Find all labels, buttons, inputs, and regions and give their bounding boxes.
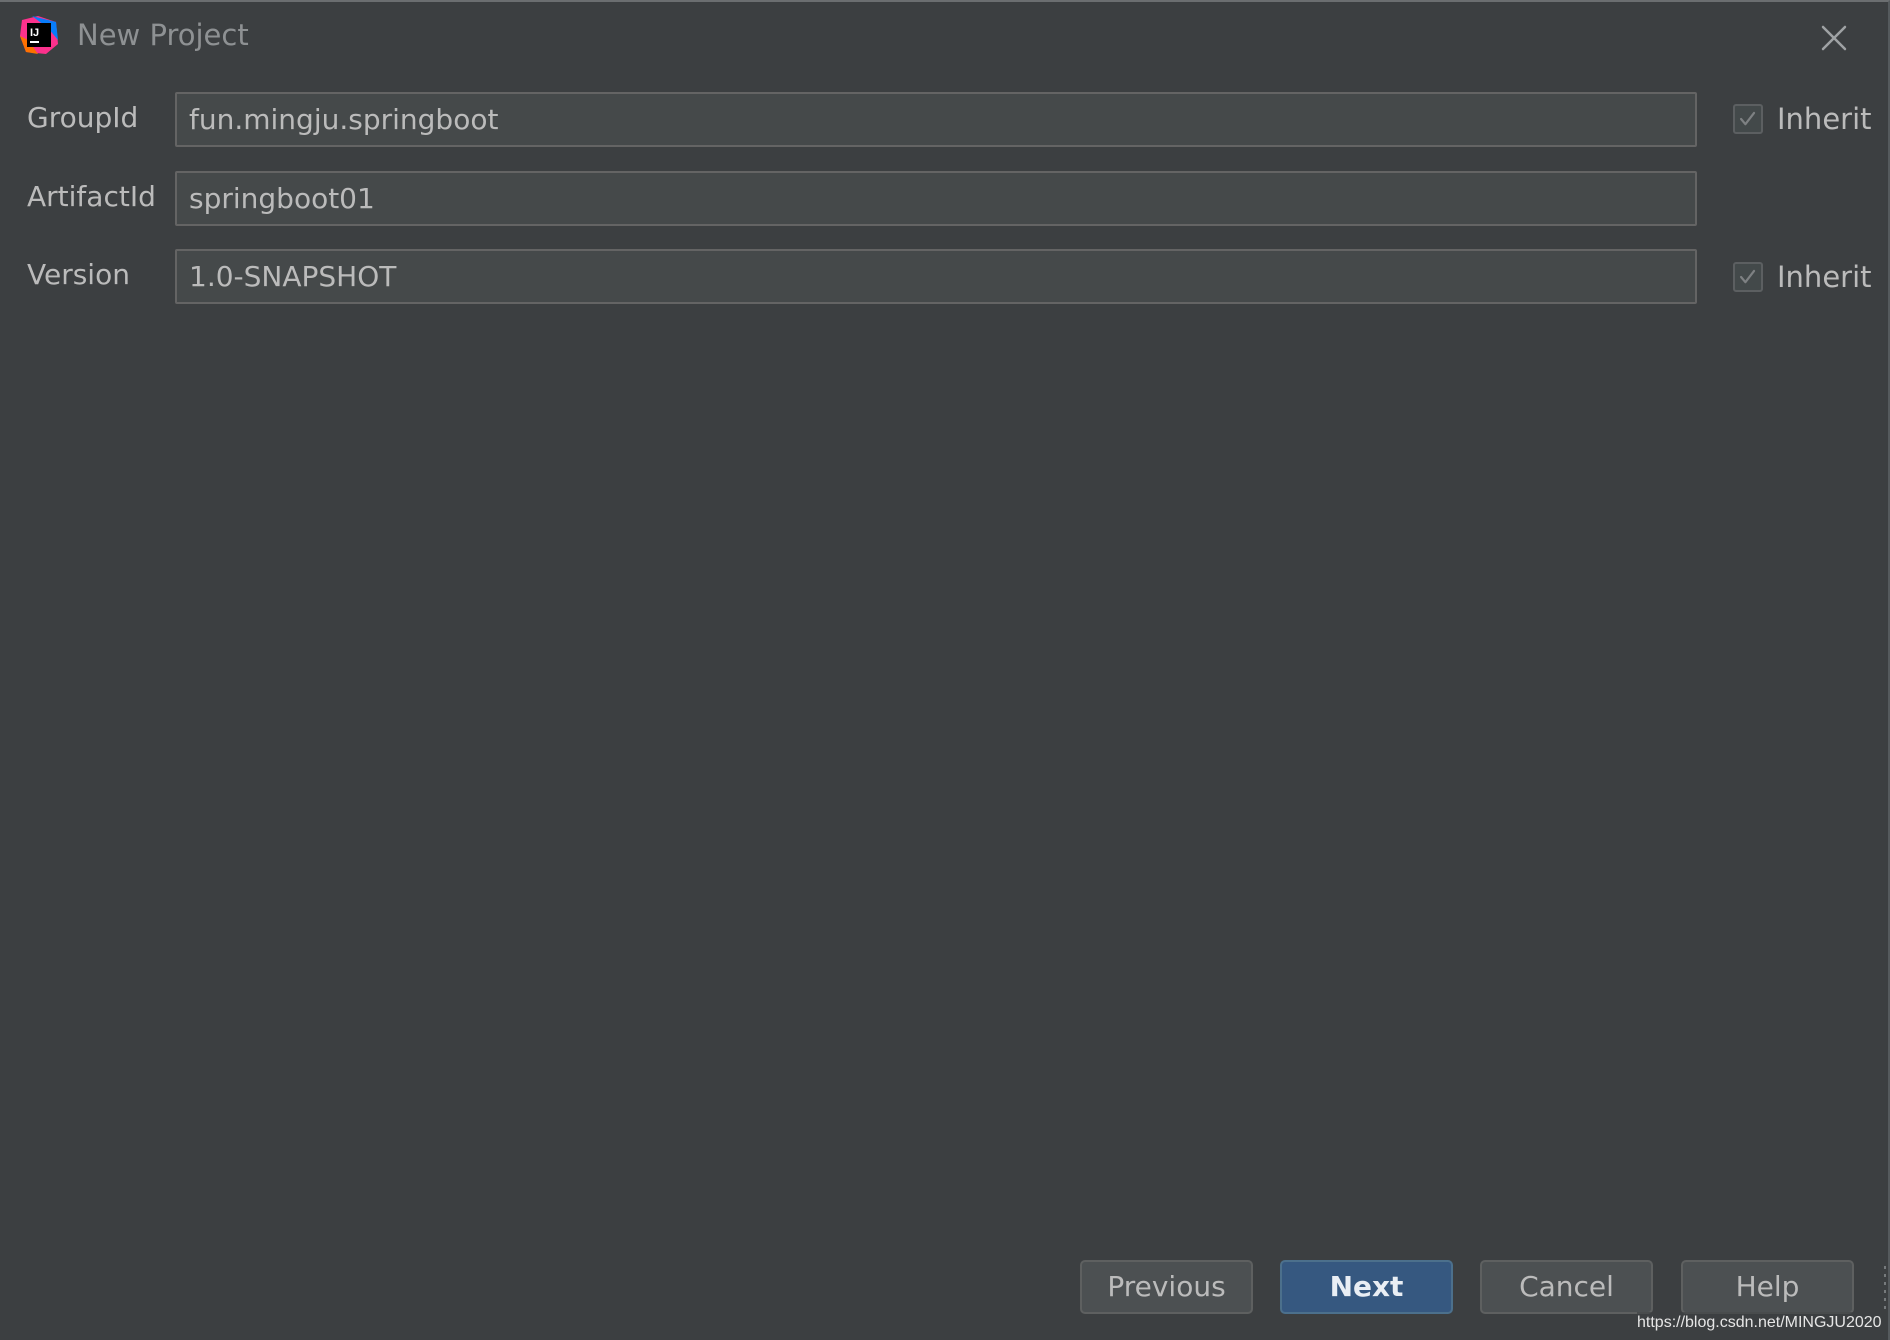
checkbox-box[interactable] <box>1733 262 1763 292</box>
close-icon[interactable] <box>1814 18 1854 58</box>
group-id-inherit-checkbox[interactable]: Inherit <box>1733 101 1872 137</box>
version-inherit-label: Inherit <box>1777 260 1872 294</box>
previous-button[interactable]: Previous <box>1080 1260 1253 1314</box>
title-bar: IJ New Project <box>0 2 1888 68</box>
version-label: Version <box>27 258 130 291</box>
next-button[interactable]: Next <box>1280 1260 1453 1314</box>
intellij-idea-icon: IJ <box>20 16 58 54</box>
version-field[interactable] <box>175 249 1697 304</box>
group-id-inherit-label: Inherit <box>1777 102 1872 136</box>
resize-grip-icon[interactable] <box>1882 1262 1888 1314</box>
help-button[interactable]: Help <box>1681 1260 1854 1314</box>
watermark-url: https://blog.csdn.net/MINGJU2020 <box>1637 1312 1882 1334</box>
window-title: New Project <box>77 18 249 52</box>
artifact-id-field[interactable] <box>175 171 1697 226</box>
cancel-button[interactable]: Cancel <box>1480 1260 1653 1314</box>
checkbox-box[interactable] <box>1733 104 1763 134</box>
checkmark-icon <box>1739 269 1756 284</box>
artifact-id-label: ArtifactId <box>27 180 156 213</box>
app-icon-text: IJ <box>30 27 39 39</box>
group-id-field[interactable] <box>175 92 1697 147</box>
group-id-label: GroupId <box>27 101 139 134</box>
new-project-dialog: IJ New Project GroupId Inherit ArtifactI… <box>0 0 1890 1340</box>
checkmark-icon <box>1739 111 1756 126</box>
version-inherit-checkbox[interactable]: Inherit <box>1733 259 1872 295</box>
